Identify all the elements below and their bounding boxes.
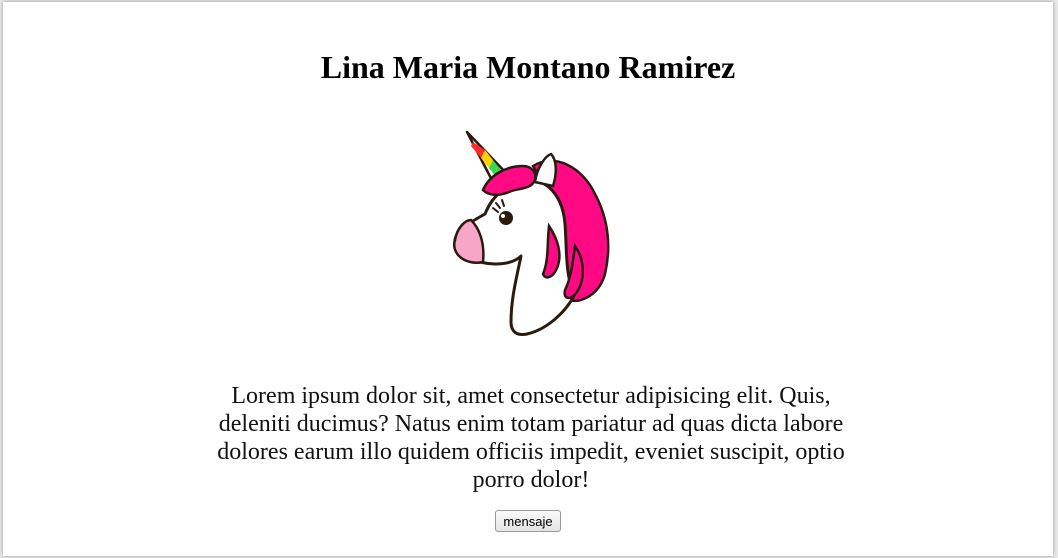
unicorn-icon xyxy=(452,130,610,336)
page-title: Lina Maria Montano Ramirez xyxy=(320,49,736,85)
message-button[interactable]: mensaje xyxy=(495,510,561,532)
intro-paragraph: Lorem ipsum dolor sit, amet consectetur … xyxy=(217,383,845,493)
page-card: Lina Maria Montano Ramirez Lorem ipsum d… xyxy=(3,2,1053,556)
